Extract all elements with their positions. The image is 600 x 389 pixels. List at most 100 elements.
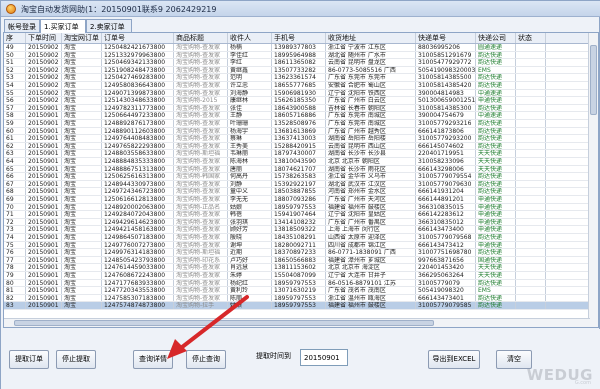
column-header[interactable]: 商品标题 (174, 33, 228, 43)
table-cell-date: 20150901 (26, 234, 62, 241)
table-row[interactable]: 83 20150901 淘宝 1247574874873800 淘宝购物-拉手 姑娘 189… (4, 302, 598, 310)
table-row[interactable]: 62 20150901 淘宝 1249765822293800 淘宝购物-查发家 王秀美 1… (4, 142, 598, 151)
table-cell-track: 366310835015 (416, 203, 476, 211)
table-row[interactable]: 56 20150902 淘宝 1251430348633800 淘宝购物-2015 康继林… (4, 97, 598, 105)
table-cell-src: 淘宝 (62, 74, 102, 81)
column-header[interactable]: 状态 (516, 33, 546, 43)
vertical-scrollbar[interactable] (588, 33, 598, 327)
table-row[interactable]: 61 20150901 淘宝 1249764408483800 淘宝购物-查发家 蔡琳 13… (4, 135, 598, 143)
table-cell-addr: 广东省 广州市 天河区 (326, 196, 416, 203)
export-excel-button[interactable]: 导出到EXCEL (428, 350, 480, 369)
tab-buyer-orders[interactable]: 1.买家订单 (40, 19, 86, 33)
column-header[interactable]: 下单时间 (26, 33, 62, 43)
query-detail-button[interactable]: 查询详情 (133, 350, 173, 369)
table-cell-phone: 18605716886 (272, 112, 326, 119)
table-cell-order: 1249776007273800 (102, 241, 174, 249)
table-cell-src: 淘宝 (62, 142, 102, 150)
table-row[interactable]: 63 20150901 淘宝 1248803558633800 淘宝购物-斯坦福 韦琳丽 1… (4, 150, 598, 158)
table-row[interactable]: 72 20150901 淘宝 1249429614623800 淘宝购物-查发家 张羽琪 1… (4, 218, 598, 227)
fetch-orders-button[interactable]: 提取订单 (9, 350, 49, 369)
table-row[interactable]: 80 20150901 淘宝 1247177683933800 淘宝购物-查发家 杨纪红 1… (4, 279, 598, 288)
table-row[interactable]: 75 20150901 淘宝 1249776007273800 淘宝购物-查发家 谢坤 18… (4, 241, 598, 250)
table-row[interactable]: 71 20150901 淘宝 1249284072043800 淘宝购物-查发家 韩蓓 15… (4, 211, 598, 219)
table-row[interactable]: 68 20150901 淘宝 1249724346723800 淘宝购物-查发家 童中义 1… (4, 188, 598, 196)
table-row[interactable]: 59 20150901 淘宝 1248892876173800 淘宝购物-查发家 叶珊珊 1… (4, 120, 598, 128)
table-cell-courier: 天天快递 (476, 264, 516, 271)
fetch-time-label: 提取时间到 (256, 352, 291, 360)
table-cell-date: 20150901 (26, 127, 62, 135)
tab-account-login[interactable]: 帐号登录 (4, 19, 40, 32)
table-cell-addr: 湖南省 长沙市 雨花区 (326, 165, 416, 173)
table-cell-title: 淘宝购物-查发家 (174, 188, 228, 195)
column-header[interactable]: 快递公司 (476, 33, 516, 43)
table-cell-n: 72 (4, 218, 26, 226)
table-row[interactable]: 60 20150901 淘宝 1248890112603800 淘宝购物-查发家 杨海宇 1… (4, 127, 598, 136)
table-cell-courier: 申通快递 (476, 241, 516, 249)
table-cell-n: 82 (4, 294, 26, 302)
table-cell-n: 55 (4, 89, 26, 97)
table-cell-status (516, 51, 546, 59)
horizontal-scroll-thumb[interactable] (14, 320, 434, 326)
tab-seller-orders[interactable]: 2.卖家订单 (86, 19, 132, 32)
table-cell-title: 淘宝购物-查发家 (174, 51, 228, 59)
column-header[interactable]: 快递单号 (416, 33, 476, 43)
vertical-scroll-thumb[interactable] (590, 45, 597, 115)
table-cell-src: 淘宝 (62, 234, 102, 241)
column-header[interactable]: 收货地址 (326, 33, 416, 43)
table-row[interactable]: 81 20150901 淘宝 1247720343553800 淘宝购物-查发家 黄利玲 1… (4, 287, 598, 295)
table-cell-title: 淘宝购物-查发家 (174, 89, 228, 97)
table-row[interactable]: 57 20150901 淘宝 1249782311773800 淘宝购物-查发家 张佳 18… (4, 104, 598, 113)
stop-fetch-button[interactable]: 停止提取 (56, 350, 96, 369)
column-header[interactable]: 订单号 (102, 33, 174, 43)
table-row[interactable]: 70 20150901 淘宝 1248920002063800 淘宝购物-正品名 姑娘 18… (4, 203, 598, 212)
table-cell-order: 1249976314183800 (102, 249, 174, 256)
stop-query-button[interactable]: 停止查询 (186, 350, 226, 369)
table-cell-status (516, 218, 546, 226)
orders-grid[interactable]: 序下单时间 淘宝网订单 订单号 商品标题 收件人 手机号 收货地址 快递单号 快递公司 状态 49… (3, 32, 599, 328)
column-header[interactable]: 淘宝网订单 (62, 33, 102, 43)
table-cell-phone: 18995964988 (272, 51, 326, 59)
table-row[interactable]: 65 20150901 淘宝 1248886751313800 淘宝购物-查发家 唐丽 18… (4, 165, 598, 174)
table-cell-order: 1251908248473800 (102, 66, 174, 74)
table-row[interactable]: 76 20150901 淘宝 1249976314183800 淘宝购物-斯坦福 近期 18… (4, 249, 598, 257)
column-header[interactable]: 序 (4, 33, 26, 43)
table-cell-date: 20150902 (26, 89, 62, 97)
table-row[interactable]: 69 20150901 淘宝 1250616612813800 淘宝购物-查发家 李无无 1… (4, 196, 598, 204)
table-cell-n: 78 (4, 264, 26, 271)
table-row[interactable]: 50 20150902 淘宝 1251332979963800 淘宝购物-查发家 李佳红 1… (4, 51, 598, 60)
table-row[interactable]: 73 20150901 淘宝 1249421458163800 淘宝购物-查发家 顾好芳 1… (4, 226, 598, 234)
table-cell-addr: 湖南省 长沙市 长沙县 (326, 150, 416, 157)
horizontal-scrollbar[interactable] (4, 318, 590, 327)
table-cell-name: 肖远慧 (228, 264, 272, 271)
table-row[interactable]: 74 20150901 淘宝 1249864507183800 淘宝购物-查发家 殷晓 18… (4, 234, 598, 242)
table-row[interactable]: 79 20150901 淘宝 1247608672243800 淘宝购物-查发家 朱婷 15… (4, 272, 598, 280)
table-cell-order: 1250469342133800 (102, 59, 174, 66)
table-row[interactable]: 55 20150902 淘宝 1249071399873800 淘宝购物-查发家 刘海静 1… (4, 89, 598, 98)
table-row[interactable]: 67 20150901 淘宝 1248944330973800 淘宝购物-查发家 刘静 15… (4, 180, 598, 189)
title-bar: 淘宝自动发货网助(1：20150901联系9 2062429219 (1, 1, 600, 17)
table-cell-title: 淘宝购物-查发家 (174, 59, 228, 66)
table-row[interactable]: 52 20150902 淘宝 1251908248473800 淘宝购物-查发家 黄继鑫 1… (4, 66, 598, 75)
fetch-time-input[interactable] (300, 349, 348, 366)
table-cell-status (516, 264, 546, 271)
table-row[interactable]: 77 20150901 淘宝 1248505423793800 淘宝购物-印花系 卢巧好 1… (4, 256, 598, 265)
table-row[interactable]: 82 20150901 淘宝 1247585307183800 淘宝购物-查发家 陈丽 18… (4, 294, 598, 303)
table-row[interactable]: 58 20150901 淘宝 1250664497233800 淘宝购物-查发家 王静 18… (4, 112, 598, 120)
table-cell-src: 淘宝 (62, 120, 102, 127)
table-cell-date: 20150901 (26, 120, 62, 127)
table-row[interactable]: 54 20150902 淘宝 1249580836643800 淘宝购物-查发家 许立忠 1… (4, 82, 598, 90)
table-row[interactable]: 53 20150902 淘宝 1250427469283800 淘宝购物-查发家 范明 13… (4, 74, 598, 82)
table-cell-title: 淘宝购物-查发家 (174, 135, 228, 142)
table-row[interactable]: 66 20150901 淘宝 1250625616313800 淘宝购物-韩国家 何高丹 1… (4, 173, 598, 181)
column-header[interactable]: 收件人 (228, 33, 272, 43)
table-cell-phone: 15288420915 (272, 142, 326, 150)
table-cell-track: 31005779079554 (416, 173, 476, 180)
table-row[interactable]: 78 20150901 淘宝 1247614459033800 淘宝购物-查发家 肖远慧 1… (4, 264, 598, 272)
table-row[interactable]: 49 20150902 淘宝 1250482421673800 淘宝购物-查发家 杨楠 13… (4, 44, 598, 52)
column-header[interactable]: 手机号 (272, 33, 326, 43)
table-cell-status (516, 196, 546, 203)
table-cell-date: 20150901 (26, 158, 62, 165)
table-row[interactable]: 64 20150901 淘宝 1248884835333800 淘宝购物-查发家 陈海林 1… (4, 158, 598, 166)
table-cell-addr: 广东省 东莞市 东莞市 (326, 74, 416, 81)
table-row[interactable]: 51 20150902 淘宝 1250469342133800 淘宝购物-查发家 李红 18… (4, 59, 598, 67)
